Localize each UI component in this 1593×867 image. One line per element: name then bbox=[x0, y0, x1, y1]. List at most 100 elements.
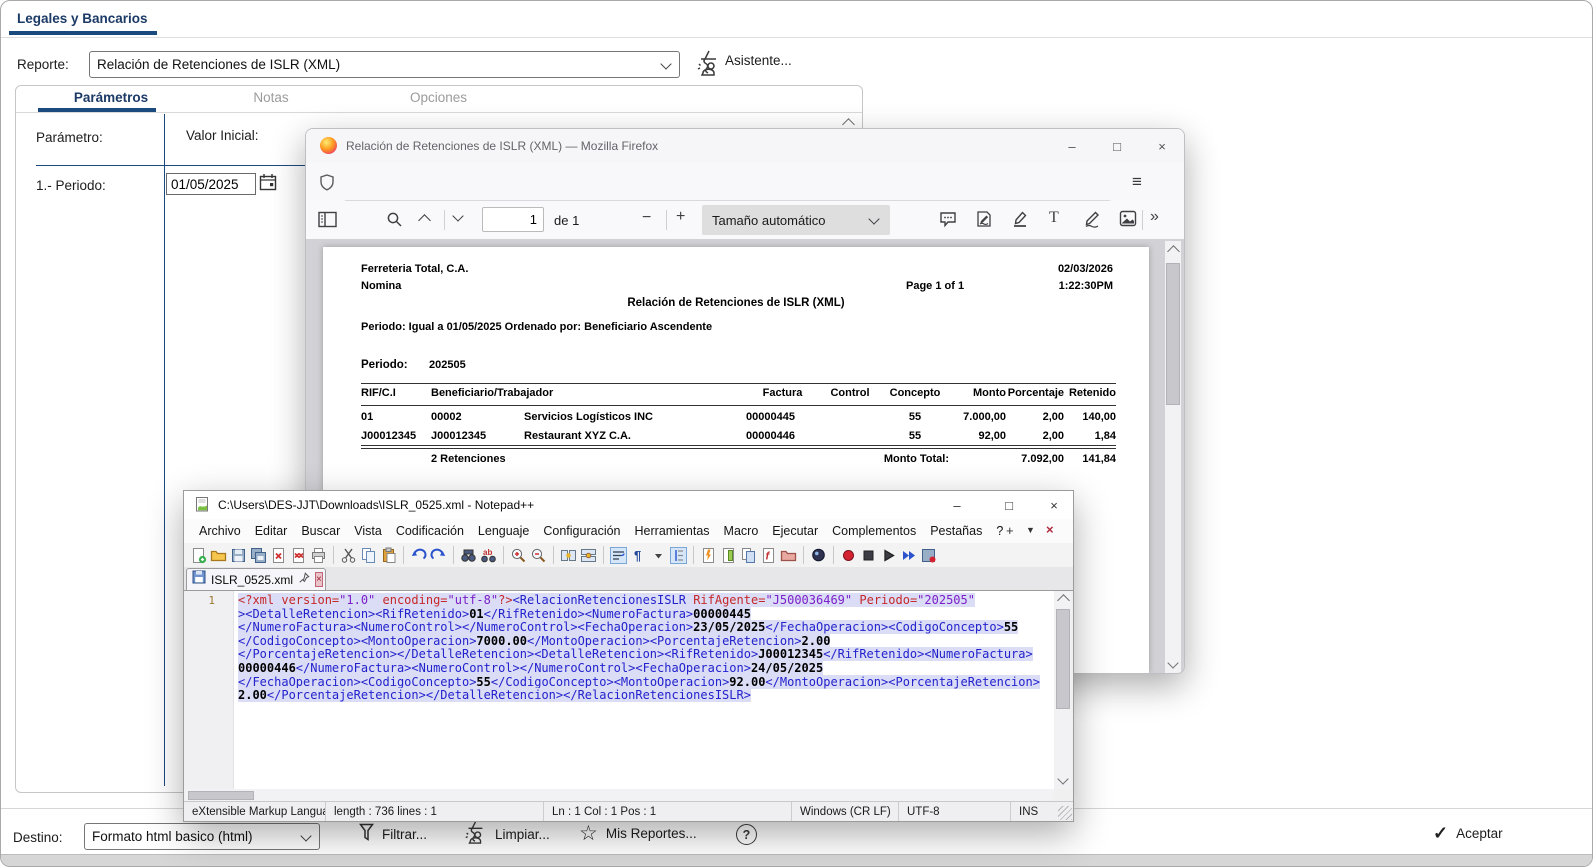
calendar-icon[interactable] bbox=[259, 173, 277, 198]
zoom-out-icon[interactable]: − bbox=[642, 209, 651, 227]
tab-opciones[interactable]: Opciones bbox=[361, 90, 516, 105]
save-all-icon[interactable] bbox=[250, 547, 267, 564]
highlighter-tool-icon[interactable] bbox=[1011, 210, 1029, 233]
scrollbar-thumb[interactable] bbox=[1166, 263, 1180, 405]
close-all-icon[interactable] bbox=[290, 547, 307, 564]
function-completion-icon[interactable]: f bbox=[760, 547, 777, 564]
doc-map-icon[interactable] bbox=[720, 547, 737, 564]
scroll-down-icon[interactable] bbox=[1167, 657, 1178, 668]
doc-switcher-icon[interactable] bbox=[740, 547, 757, 564]
menu-buscar[interactable]: Buscar bbox=[294, 524, 347, 538]
new-tab-plus-icon[interactable]: + bbox=[1006, 523, 1014, 538]
menu-configuracin[interactable]: Configuración bbox=[536, 524, 627, 538]
maximize-button[interactable]: □ bbox=[994, 494, 1024, 516]
copy-icon[interactable] bbox=[360, 547, 377, 564]
word-wrap-icon[interactable] bbox=[610, 547, 627, 564]
replace-icon[interactable]: ab bbox=[480, 547, 497, 564]
folder-workspace-icon[interactable] bbox=[780, 547, 797, 564]
zoom-in-icon[interactable] bbox=[510, 547, 527, 564]
minimize-button[interactable]: – bbox=[942, 494, 972, 516]
shield-icon[interactable] bbox=[319, 174, 335, 196]
page-number-input[interactable] bbox=[482, 207, 544, 232]
stop-macro-icon[interactable] bbox=[860, 547, 877, 564]
paste-icon[interactable] bbox=[380, 547, 397, 564]
close-button[interactable]: × bbox=[1039, 494, 1069, 516]
minimize-button[interactable]: – bbox=[1057, 135, 1087, 157]
firefox-titlebar[interactable]: Relación de Retenciones de ISLR (XML) — … bbox=[306, 129, 1184, 163]
menu-macro[interactable]: Macro bbox=[717, 524, 766, 538]
zoom-in-icon[interactable]: + bbox=[676, 208, 685, 226]
tab-close-icon[interactable]: × bbox=[315, 572, 323, 587]
menu-herramientas[interactable]: Herramientas bbox=[628, 524, 717, 538]
save-macro-icon[interactable] bbox=[920, 547, 937, 564]
tab-list-dropdown-icon[interactable]: ▼ bbox=[1026, 525, 1035, 535]
tab-parametros[interactable]: Parámetros bbox=[46, 90, 176, 105]
function-list-icon[interactable] bbox=[700, 547, 717, 564]
help-button[interactable]: ? bbox=[736, 824, 757, 845]
scroll-up-icon[interactable] bbox=[1057, 594, 1070, 607]
dropdown-icon[interactable] bbox=[650, 547, 667, 564]
scrollbar-thumb[interactable] bbox=[1056, 609, 1070, 709]
record-macro-icon[interactable] bbox=[840, 547, 857, 564]
find-icon[interactable] bbox=[460, 547, 477, 564]
sidebar-toggle-icon[interactable] bbox=[318, 211, 337, 233]
menu-editar[interactable]: Editar bbox=[248, 524, 295, 538]
asistente-button[interactable]: Asistente... bbox=[725, 53, 792, 68]
sync-scroll-v-icon[interactable] bbox=[560, 547, 577, 564]
open-file-icon[interactable] bbox=[210, 547, 227, 564]
close-button[interactable]: × bbox=[1147, 135, 1177, 157]
search-icon[interactable] bbox=[386, 211, 403, 233]
menu-ejecutar[interactable]: Ejecutar bbox=[765, 524, 825, 538]
close-tab-icon[interactable]: × bbox=[1046, 522, 1054, 537]
zoom-out-icon[interactable] bbox=[530, 547, 547, 564]
pdf-zoom-select[interactable]: Tamaño automático bbox=[702, 205, 890, 235]
menu-vista[interactable]: Vista bbox=[347, 524, 389, 538]
cut-icon[interactable] bbox=[340, 547, 357, 564]
undo-icon[interactable] bbox=[410, 547, 427, 564]
mis-reportes-button[interactable]: ☆ Mis Reportes... bbox=[579, 823, 697, 844]
menu-archivo[interactable]: Archivo bbox=[192, 524, 248, 538]
save-file-icon[interactable] bbox=[230, 547, 247, 564]
comment-tool-icon[interactable] bbox=[939, 211, 957, 233]
signature-tool-icon[interactable] bbox=[975, 210, 993, 233]
maximize-button[interactable]: □ bbox=[1102, 135, 1132, 157]
limpiar-button[interactable]: Limpiar... bbox=[463, 819, 550, 849]
aceptar-button[interactable]: ✓ Aceptar bbox=[1433, 823, 1503, 844]
status-eol[interactable]: Windows (CR LF) bbox=[792, 802, 899, 821]
periodo-date-input[interactable] bbox=[166, 173, 256, 195]
draw-tool-icon[interactable] bbox=[1083, 210, 1101, 233]
next-page-icon[interactable] bbox=[452, 210, 463, 221]
resize-grip[interactable] bbox=[1058, 806, 1072, 820]
monitor-icon[interactable] bbox=[810, 547, 827, 564]
scroll-up-icon[interactable] bbox=[1167, 245, 1180, 258]
scrollbar-thumb[interactable] bbox=[188, 791, 254, 800]
editor-area[interactable]: 1 <?xml version="1.0" encoding="utf-8"?>… bbox=[185, 591, 1054, 789]
menu-codificacin[interactable]: Codificación bbox=[389, 524, 471, 538]
tab-notas[interactable]: Notas bbox=[196, 90, 346, 105]
filtrar-button[interactable]: Filtrar... bbox=[359, 823, 427, 845]
destino-select[interactable]: Formato html basico (html) bbox=[84, 823, 320, 850]
print-icon[interactable] bbox=[310, 547, 327, 564]
new-file-icon[interactable] bbox=[190, 547, 207, 564]
xml-code[interactable]: <?xml version="1.0" encoding="utf-8"?><R… bbox=[238, 594, 1040, 703]
redo-icon[interactable] bbox=[430, 547, 447, 564]
more-tools-icon[interactable]: » bbox=[1150, 208, 1159, 226]
menu-pestaas[interactable]: Pestañas bbox=[923, 524, 989, 538]
report-select[interactable]: Relación de Retenciones de ISLR (XML) bbox=[89, 51, 680, 78]
show-symbols-icon[interactable]: ¶ bbox=[630, 547, 647, 564]
pdf-scrollbar[interactable] bbox=[1165, 241, 1181, 673]
hamburger-menu-icon[interactable]: ≡ bbox=[1132, 172, 1142, 192]
image-tool-icon[interactable] bbox=[1119, 210, 1137, 232]
scroll-down-icon[interactable] bbox=[1057, 773, 1068, 784]
notepad-titlebar[interactable]: C:\Users\DES-JJT\Downloads\ISLR_0525.xml… bbox=[184, 491, 1073, 519]
status-encoding[interactable]: UTF-8 bbox=[899, 802, 1011, 821]
run-macro-multiple-icon[interactable] bbox=[900, 547, 917, 564]
editor-vscrollbar[interactable] bbox=[1055, 591, 1071, 789]
text-tool-icon[interactable]: T bbox=[1049, 209, 1059, 227]
window-tab-legales-y-bancarios[interactable]: Legales y Bancarios bbox=[17, 11, 148, 26]
play-macro-icon[interactable] bbox=[880, 547, 897, 564]
sync-scroll-h-icon[interactable] bbox=[580, 547, 597, 564]
indent-guide-icon[interactable] bbox=[670, 547, 687, 564]
previous-page-icon[interactable] bbox=[418, 214, 431, 227]
close-file-icon[interactable] bbox=[270, 547, 287, 564]
